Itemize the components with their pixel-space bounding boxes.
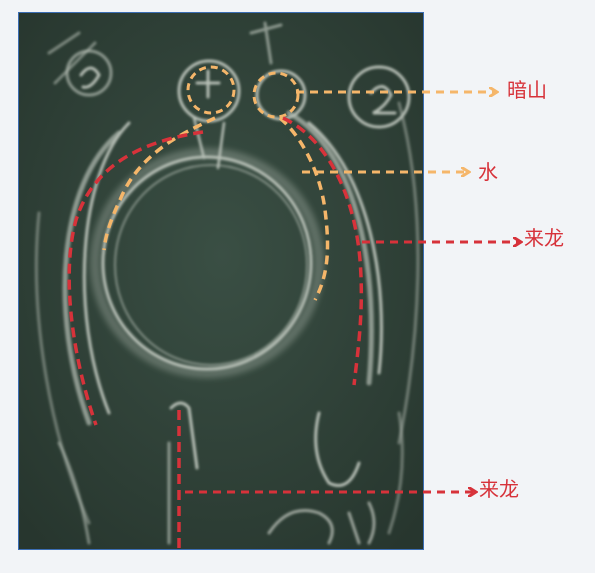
dark-mountain-circle-left bbox=[186, 65, 236, 115]
dark-mountain-circle-right bbox=[252, 71, 300, 119]
dragon-arc-left bbox=[67, 130, 204, 426]
water-path-left bbox=[102, 116, 216, 251]
water-path-right bbox=[278, 116, 330, 301]
label-dark-mountain: 暗山 bbox=[507, 78, 547, 102]
annotated-chalkboard-figure: 暗山 水 来龙 来龙 bbox=[0, 0, 595, 573]
label-incoming-dragon-right: 来龙 bbox=[524, 226, 564, 250]
dragon-arc-right bbox=[282, 116, 364, 386]
label-incoming-dragon-bottom: 来龙 bbox=[479, 477, 519, 501]
label-water: 水 bbox=[478, 160, 498, 184]
